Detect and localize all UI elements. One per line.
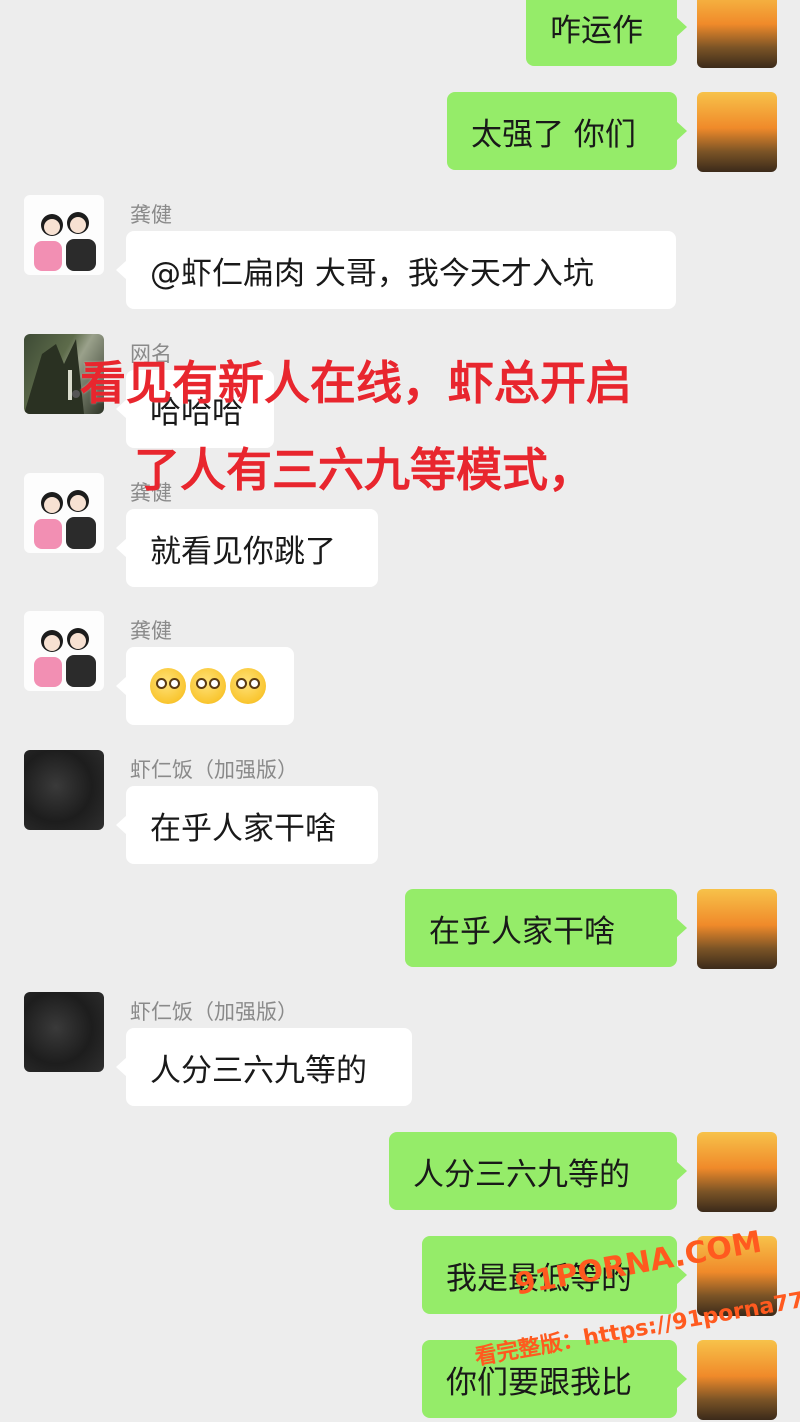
overlay-caption-line1: 看见有新人在线，虾总开启 (80, 356, 632, 410)
sender-avatar[interactable] (24, 195, 104, 275)
overlay-caption-line2: 了人有三六九等模式， (134, 443, 594, 497)
sender-name: 龚健 (130, 619, 172, 643)
sender-avatar[interactable] (24, 611, 104, 691)
sender-avatar[interactable] (24, 750, 104, 830)
message-bubble[interactable]: 在乎人家干啥 (116, 786, 378, 864)
message-bubble[interactable]: 咋运作 (526, 0, 687, 66)
message-bubble[interactable] (116, 647, 294, 725)
message-bubble[interactable]: @虾仁扁肉 大哥，我今天才入坑 (116, 231, 676, 309)
flushed-face-icon (150, 668, 186, 704)
message-bubble[interactable]: 太强了 你们 (447, 92, 687, 170)
message-bubble[interactable]: 人分三六九等的 (389, 1132, 687, 1210)
sender-avatar[interactable] (24, 473, 104, 553)
flushed-face-icon (230, 668, 266, 704)
message-bubble[interactable]: 在乎人家干啥 (405, 889, 687, 967)
my-avatar[interactable] (697, 92, 777, 172)
message-bubble[interactable]: 人分三六九等的 (116, 1028, 412, 1106)
my-avatar[interactable] (697, 1340, 777, 1420)
my-avatar[interactable] (697, 1132, 777, 1212)
message-bubble[interactable]: 就看见你跳了 (116, 509, 378, 587)
sender-name: 虾仁饭（加强版） (130, 1000, 298, 1024)
my-avatar[interactable] (697, 0, 777, 68)
flushed-face-icon (190, 668, 226, 704)
sender-name: 虾仁饭（加强版） (130, 758, 298, 782)
sender-name: 龚健 (130, 203, 172, 227)
sender-avatar[interactable] (24, 992, 104, 1072)
my-avatar[interactable] (697, 889, 777, 969)
